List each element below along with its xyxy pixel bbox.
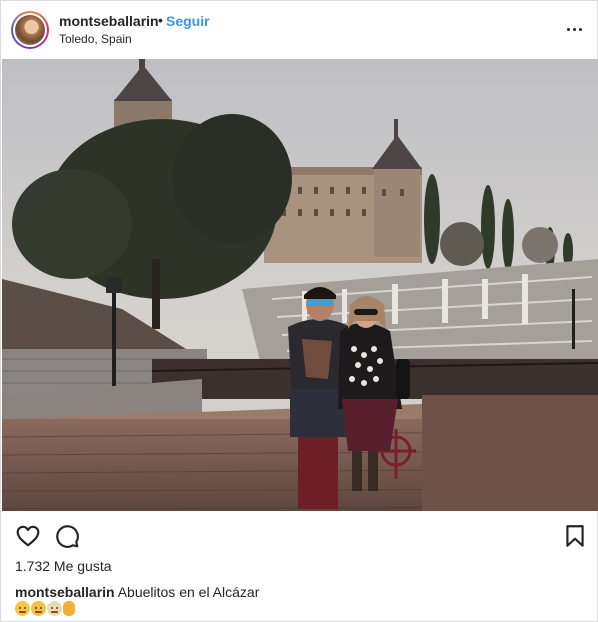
post-photo[interactable] [2,59,598,511]
avatar-photo [15,15,45,45]
post-location[interactable]: Toledo, Spain [59,32,132,46]
ok-hand-emoji [63,601,75,616]
older-man-emoji [31,601,46,616]
bookmark-icon[interactable] [562,523,588,549]
caption-emojis [15,601,75,619]
post-caption: montseballarin Abuelitos en el Alcázar [15,584,259,600]
separator-dot: • [158,12,163,28]
more-horizontal-icon[interactable] [563,17,587,41]
post-username[interactable]: montseballarin [59,13,159,29]
avatar[interactable] [11,11,49,49]
caption-username[interactable]: montseballarin [15,584,115,600]
heart-icon[interactable] [15,523,41,549]
photo-illustration [2,59,598,511]
comment-icon[interactable] [54,523,80,549]
follow-button[interactable]: Seguir [166,13,210,29]
older-adult-emoji [47,601,62,616]
caption-text: Abuelitos en el Alcázar [117,584,260,600]
likes-count[interactable]: 1.732 Me gusta [15,558,112,574]
older-woman-emoji [15,601,30,616]
instagram-post: montseballarin • Seguir Toledo, Spain 1.… [0,0,598,622]
post-actions [1,517,598,553]
post-header: montseballarin • Seguir Toledo, Spain [1,1,598,59]
